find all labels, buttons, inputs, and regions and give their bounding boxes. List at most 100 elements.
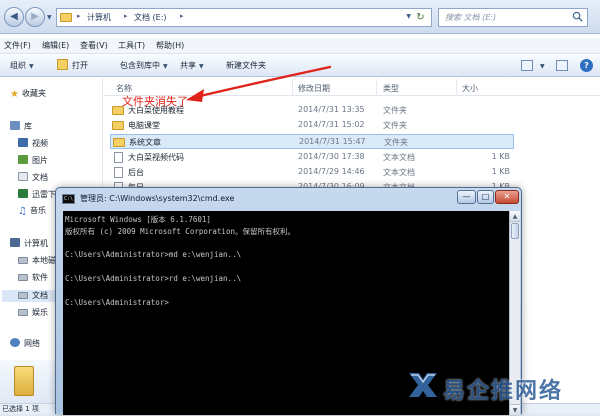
console-line: 版权所有 (c) 2009 Microsoft Corporation。保留所有… (65, 227, 295, 236)
console-line: C:\Users\Administrator>md e:\wenjian..\ (65, 250, 242, 259)
file-size: 1 KB (491, 167, 510, 176)
sidebar-item-label: 网络 (24, 339, 40, 348)
file-type: 文件夹 (384, 138, 408, 147)
file-type: 文本文档 (383, 153, 415, 162)
sidebar-item-pictures[interactable]: 图片 (18, 155, 48, 166)
sidebar-item-libraries[interactable]: 库 (10, 121, 32, 132)
file-type: 文件夹 (383, 121, 407, 130)
search-icon[interactable] (572, 11, 583, 22)
view-dropdown-icon[interactable]: ▼ (540, 63, 545, 70)
address-bar: ◀ ▶ ▼ ▸ 计算机 ▸ 文档 (E:) ▸ ▼ ↻ 搜索 文档 (E:) (0, 0, 600, 34)
sidebar-item-label: 库 (24, 122, 32, 131)
sidebar-item-label: 迅雷下 (32, 190, 56, 199)
sidebar-item-software[interactable]: 软件 (18, 272, 48, 283)
console-line: C:\Users\Administrator>rd e:\wenjian..\ (65, 274, 242, 283)
menu-tools[interactable]: 工具(T) (118, 40, 145, 51)
path-input[interactable]: ▸ 计算机 ▸ 文档 (E:) ▸ ▼ ↻ (56, 8, 432, 27)
drive-icon (18, 309, 28, 316)
file-row[interactable]: 电脑课堂 2014/7/31 15:02 文件夹 (110, 118, 514, 133)
organize-button[interactable]: 组织 ▼ (10, 60, 34, 71)
view-options-icon[interactable] (521, 60, 533, 71)
recent-pages-chevron-icon[interactable]: ▼ (47, 14, 52, 21)
file-name: 后台 (128, 168, 144, 177)
close-button[interactable]: ✕ (495, 190, 519, 204)
video-icon (18, 138, 28, 147)
forward-button[interactable]: ▶ (25, 7, 45, 27)
console-line: Microsoft Windows [版本 6.1.7601] (65, 215, 211, 224)
file-type: 文件夹 (383, 106, 407, 115)
include-in-library-label: 包含到库中 (120, 61, 160, 70)
picture-icon (18, 155, 28, 164)
organize-label: 组织 (10, 61, 26, 70)
menu-edit[interactable]: 编辑(E) (42, 40, 69, 51)
folder-icon (60, 13, 72, 22)
text-file-icon (114, 167, 123, 178)
text-file-icon (114, 152, 123, 163)
column-header-size[interactable]: 大小 (462, 83, 478, 94)
star-icon: ★ (10, 89, 19, 100)
sidebar-item-computer[interactable]: 计算机 (10, 238, 48, 249)
back-button[interactable]: ◀ (4, 7, 24, 27)
menu-bar: 文件(F) 编辑(E) 查看(V) 工具(T) 帮助(H) (0, 38, 600, 54)
file-row[interactable]: 大白菜视频代码 2014/7/30 17:38 文本文档 1 KB (110, 150, 514, 165)
include-in-library-button[interactable]: 包含到库中 ▼ (120, 60, 168, 71)
sidebar-item-entertainment[interactable]: 娱乐 (18, 307, 48, 318)
sidebar-item-docs-drive[interactable]: 文档 (18, 290, 48, 301)
watermark-logo-icon (409, 373, 437, 397)
file-date: 2014/7/29 14:46 (298, 167, 365, 176)
menu-file[interactable]: 文件(F) (4, 40, 31, 51)
console-line: C:\Users\Administrator> (65, 298, 169, 307)
cmd-icon[interactable]: C:\ (62, 194, 75, 204)
sidebar-item-local-disk[interactable]: 本地磁 (18, 255, 56, 266)
document-icon (18, 172, 28, 181)
column-header-type[interactable]: 类型 (383, 83, 399, 94)
open-button[interactable]: 打开 (72, 60, 88, 71)
maximize-button[interactable]: □ (477, 190, 494, 204)
file-row-selected[interactable]: 系统文章 2014/7/31 15:47 文件夹 (110, 134, 514, 149)
sidebar-item-label: 音乐 (29, 206, 46, 215)
open-folder-icon (57, 59, 68, 70)
details-pane (0, 360, 60, 404)
scroll-thumb[interactable] (511, 223, 519, 239)
file-name: 电脑课堂 (128, 121, 160, 130)
sidebar-item-documents[interactable]: 文档 (18, 172, 48, 183)
sidebar-item-network[interactable]: 网络 (10, 338, 40, 349)
folder-icon (113, 138, 125, 147)
file-date: 2014/7/31 15:02 (298, 120, 365, 129)
breadcrumb-drive[interactable]: 文档 (E:) (134, 12, 167, 23)
breadcrumb-separator-icon[interactable]: ▸ (77, 12, 81, 20)
file-date: 2014/7/31 15:47 (299, 137, 366, 146)
status-text: 已选择 1 项 (2, 405, 39, 413)
sidebar-item-xunlei[interactable]: 迅雷下 (18, 189, 56, 200)
search-placeholder: 搜索 文档 (E:) (445, 13, 497, 22)
annotation-arrow-icon (186, 65, 332, 102)
sidebar-item-label: 视频 (32, 139, 48, 148)
sidebar-item-videos[interactable]: 视频 (18, 138, 48, 149)
file-row[interactable]: 后台 2014/7/29 14:46 文本文档 1 KB (110, 165, 514, 180)
preview-pane-icon[interactable] (556, 60, 568, 71)
computer-icon (10, 238, 20, 247)
menu-view[interactable]: 查看(V) (80, 40, 108, 51)
sidebar-item-label: 收藏夹 (21, 89, 46, 98)
watermark-text: 易企推网络 (443, 379, 564, 404)
search-input[interactable]: 搜索 文档 (E:) (438, 8, 588, 27)
minimize-button[interactable]: — (457, 190, 476, 204)
xunlei-icon (18, 189, 28, 198)
path-dropdown-icon[interactable]: ▼ (406, 13, 411, 20)
drive-icon (18, 274, 28, 281)
help-icon[interactable]: ? (580, 59, 593, 72)
file-date: 2014/7/30 17:38 (298, 152, 365, 161)
sidebar-item-label: 娱乐 (32, 308, 48, 317)
sidebar-item-favorites[interactable]: ★ 收藏夹 (10, 88, 46, 100)
refresh-icon[interactable]: ↻ (413, 10, 428, 25)
menu-help[interactable]: 帮助(H) (156, 40, 184, 51)
annotation-text: 文件夹消失了 (122, 95, 188, 108)
folder-icon (112, 121, 124, 130)
breadcrumb-separator-icon[interactable]: ▸ (180, 12, 184, 20)
breadcrumb-computer[interactable]: 计算机 (87, 12, 111, 23)
sidebar-item-music[interactable]: ♫ 音乐 (18, 205, 46, 217)
breadcrumb-separator-icon[interactable]: ▸ (124, 12, 128, 20)
column-divider[interactable] (456, 79, 457, 96)
scroll-up-icon[interactable]: ▲ (510, 211, 520, 222)
column-divider[interactable] (376, 79, 377, 96)
